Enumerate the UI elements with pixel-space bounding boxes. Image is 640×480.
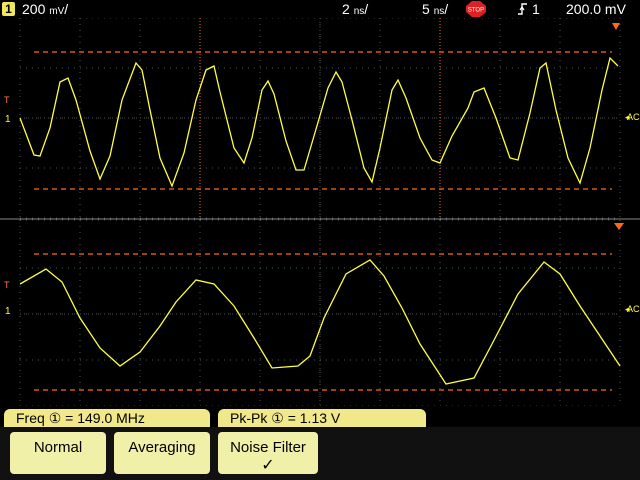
lower-channel-ground-marker[interactable]: 1 bbox=[5, 306, 11, 317]
upper-right-arrow-marker: ◂ bbox=[625, 112, 630, 122]
rising-edge-trigger-icon bbox=[518, 3, 527, 15]
checkmark-icon: ✓ bbox=[261, 457, 275, 474]
trigger-source[interactable]: 1 bbox=[532, 0, 540, 18]
softkey-averaging-label: Averaging bbox=[128, 439, 196, 456]
upper-trigger-position-marker[interactable] bbox=[612, 23, 620, 30]
timebase-main-value: 2 bbox=[342, 1, 350, 17]
measurement-pk-pk-value: 1.13 V bbox=[299, 410, 341, 426]
measurement-frequency[interactable]: Freq ① = 149.0 MHz bbox=[4, 409, 210, 427]
stop-icon[interactable]: STOP bbox=[466, 1, 486, 17]
trigger-level[interactable]: 200.0 mV bbox=[566, 0, 626, 18]
waveform-display[interactable]: T T 1 1 AC AC ◂ ◂ bbox=[0, 18, 640, 406]
softkey-normal-label: Normal bbox=[33, 439, 83, 456]
softkey-noise-filter[interactable]: Noise Filter ✓ bbox=[218, 432, 318, 474]
lower-right-arrow-marker: ◂ bbox=[625, 304, 630, 314]
softkey-noise-filter-label: Noise Filter bbox=[230, 439, 306, 456]
lower-trigger-level-marker[interactable]: T bbox=[4, 280, 10, 290]
measurement-pk-pk-channel-icon: ① bbox=[271, 410, 284, 426]
channel-scale-unit: mV bbox=[49, 6, 65, 17]
main-timebase-trace bbox=[19, 56, 619, 188]
channel-scale-value: 200 bbox=[22, 1, 46, 17]
measurement-frequency-value: 149.0 MHz bbox=[77, 410, 145, 426]
timebase-main-unit: ns bbox=[353, 6, 365, 17]
timebase-delay-unit: ns bbox=[433, 6, 445, 17]
upper-cursors bbox=[34, 18, 612, 220]
graticule bbox=[19, 18, 621, 406]
measurement-frequency-channel-icon: ① bbox=[48, 410, 62, 426]
channel-1-badge[interactable]: 1 bbox=[2, 2, 15, 16]
status-bar: 1 200 mV/ 2 ns/ 5 ns/ STOP 1 200.0 mV bbox=[0, 0, 640, 18]
upper-trigger-level-marker[interactable]: T bbox=[4, 95, 10, 105]
measurement-frequency-label: Freq bbox=[16, 410, 45, 426]
lower-trigger-position-marker[interactable] bbox=[614, 223, 624, 230]
softkey-normal[interactable]: Normal bbox=[10, 432, 106, 474]
upper-channel-ground-marker[interactable]: 1 bbox=[5, 114, 11, 125]
run-state-label: STOP bbox=[468, 8, 484, 14]
softkey-averaging[interactable]: Averaging bbox=[114, 432, 210, 474]
measurement-pk-pk-label: Pk-Pk bbox=[230, 410, 268, 426]
measurement-pk-pk[interactable]: Pk-Pk ① = 1.13 V bbox=[218, 409, 426, 427]
timebase-delay-value: 5 bbox=[422, 1, 430, 17]
